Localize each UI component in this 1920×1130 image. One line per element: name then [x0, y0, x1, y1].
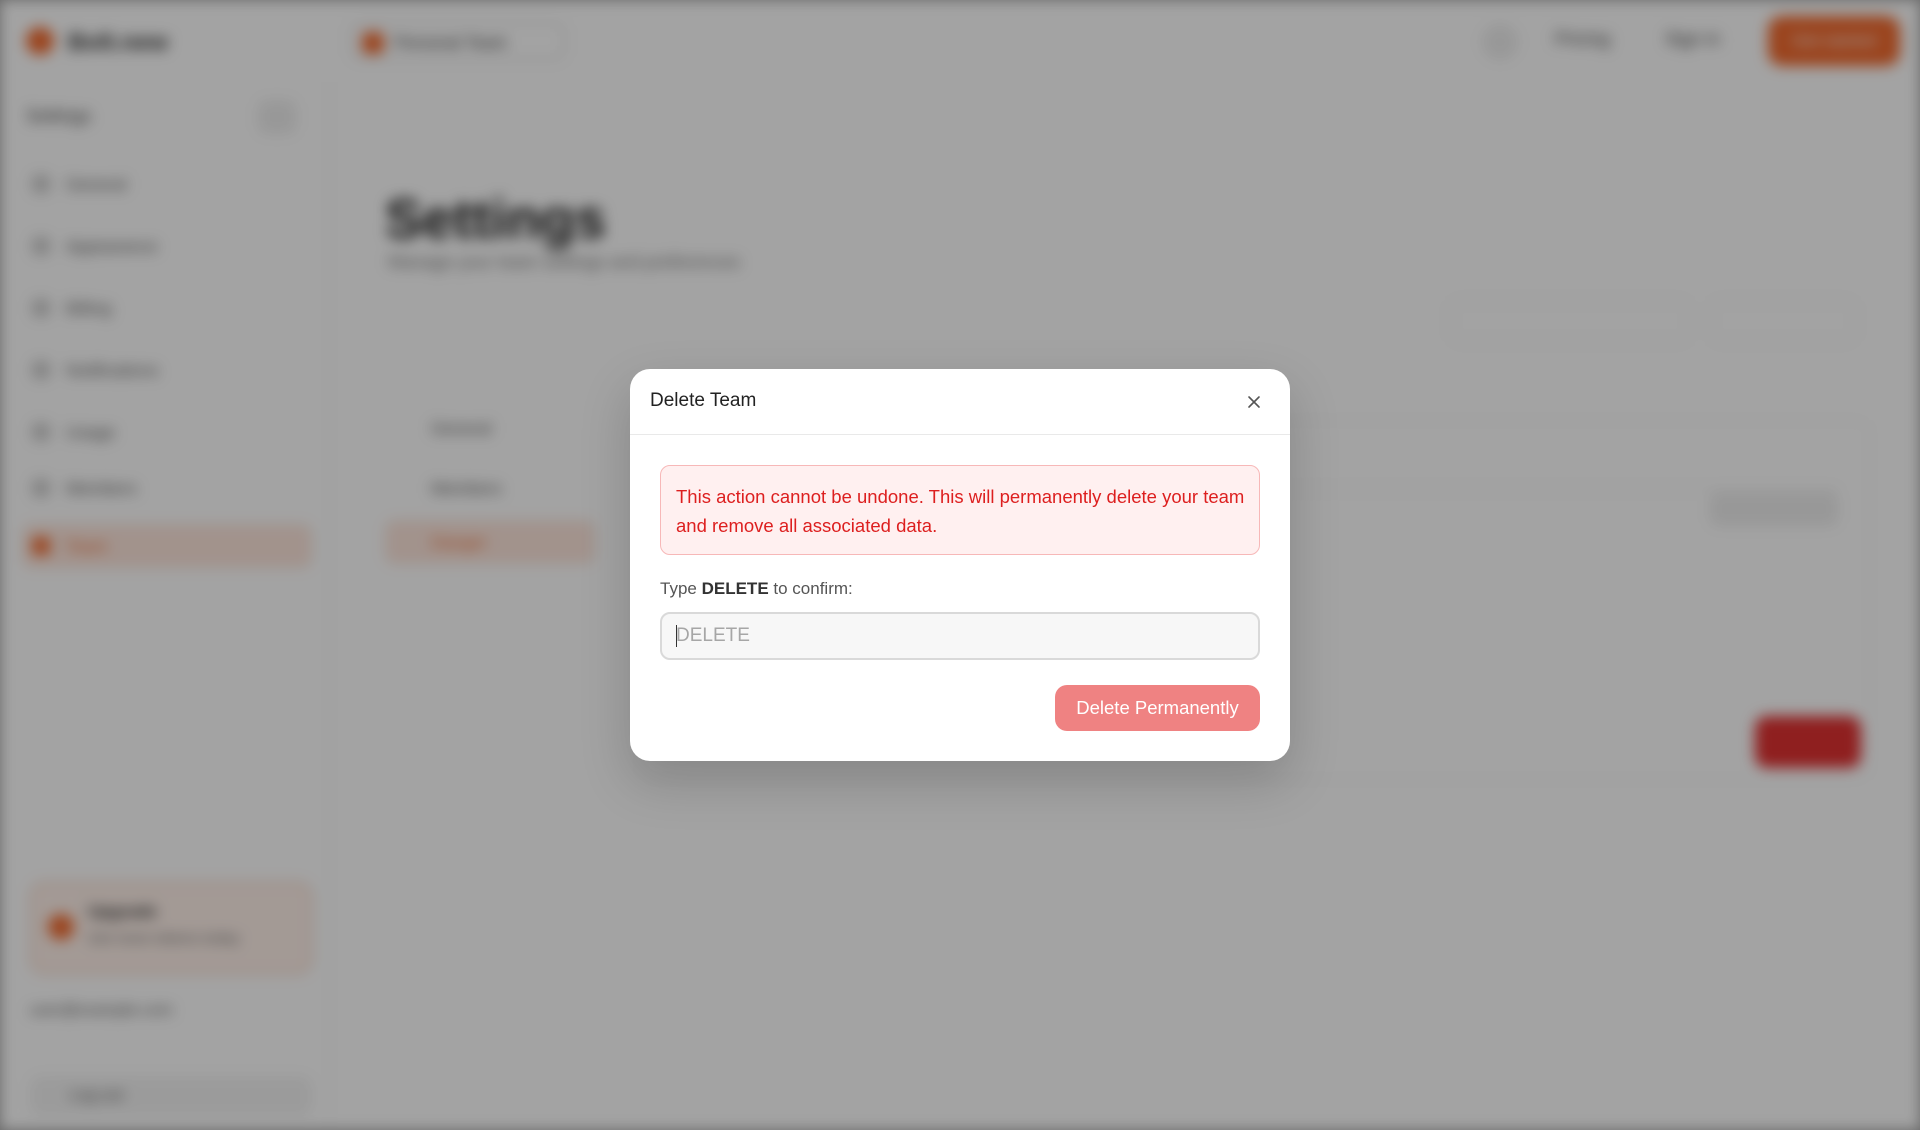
warning-alert: This action cannot be undone. This will … — [660, 465, 1260, 555]
confirm-delete-input[interactable] — [660, 612, 1260, 660]
close-icon — [1248, 396, 1260, 408]
dialog-header: Delete Team — [630, 369, 1290, 435]
confirm-label-suffix: to confirm: — [768, 579, 853, 598]
warning-text: This action cannot be undone. This will … — [676, 486, 1245, 536]
dialog-title: Delete Team — [650, 390, 757, 411]
delete-permanently-button[interactable]: Delete Permanently — [1055, 685, 1260, 731]
confirm-label: Type DELETE to confirm: — [660, 579, 853, 599]
close-button[interactable] — [1238, 386, 1270, 418]
confirm-keyword: DELETE — [701, 579, 769, 598]
text-cursor — [676, 625, 677, 647]
delete-team-dialog: Delete Team This action cannot be undone… — [630, 369, 1290, 761]
confirm-label-prefix: Type — [660, 579, 702, 598]
